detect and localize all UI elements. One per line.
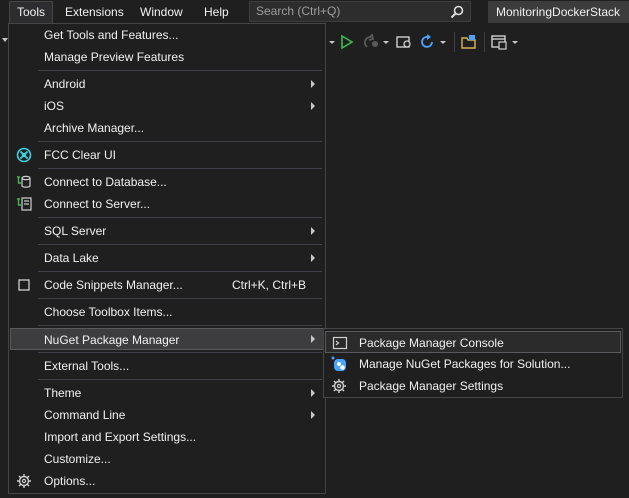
menu-help[interactable]: Help	[197, 1, 236, 23]
toolbar-divider	[454, 32, 455, 52]
menu-tools[interactable]: Tools	[9, 1, 54, 23]
menu-item-choose-toolbox[interactable]: Choose Toolbox Items...	[10, 301, 324, 323]
server-connect-icon	[17, 197, 32, 211]
menu-separator	[38, 217, 322, 218]
menu-separator	[38, 298, 322, 299]
menu-item-android[interactable]: Android	[10, 73, 324, 95]
toolbar-divider	[484, 32, 485, 52]
nuget-submenu: Package Manager Console Manage NuGet Pac…	[323, 328, 623, 398]
submenu-item-manage-nuget-packages[interactable]: Manage NuGet Packages for Solution...	[325, 353, 621, 375]
console-icon	[332, 336, 348, 350]
submenu-arrow-icon	[311, 227, 315, 235]
submenu-arrow-icon	[311, 80, 315, 88]
chevron-down-icon[interactable]	[383, 32, 389, 52]
menu-item-command-line[interactable]: Command Line	[10, 404, 324, 426]
menu-item-label: Android	[44, 77, 86, 91]
menu-item-data-lake[interactable]: Data Lake	[10, 247, 324, 269]
menu-item-ios[interactable]: iOS	[10, 95, 324, 117]
menu-item-archive-manager[interactable]: Archive Manager...	[10, 117, 324, 139]
refresh-icon[interactable]	[418, 32, 436, 52]
search-icon	[450, 5, 464, 19]
menu-item-label: Import and Export Settings...	[44, 430, 197, 444]
menu-item-label: Connect to Database...	[44, 175, 167, 189]
menu-item-label: iOS	[44, 99, 65, 113]
chevron-down-icon[interactable]	[512, 32, 518, 52]
menu-separator	[38, 141, 322, 142]
menu-item-label: Options...	[44, 474, 96, 488]
menu-item-label: Customize...	[44, 452, 111, 466]
hot-reload-icon[interactable]	[362, 32, 380, 52]
gear-icon	[17, 474, 31, 488]
gear-icon	[332, 379, 346, 393]
submenu-item-package-manager-console[interactable]: Package Manager Console	[325, 331, 621, 353]
submenu-item-label: Package Manager Console	[359, 336, 504, 350]
search-placeholder: Search (Ctrl+Q)	[256, 4, 341, 18]
menu-item-theme[interactable]: Theme	[10, 382, 324, 404]
window-layout-icon[interactable]	[490, 32, 508, 52]
menu-item-external-tools[interactable]: External Tools...	[10, 355, 324, 377]
menu-item-label: Archive Manager...	[44, 121, 145, 135]
menu-item-customize[interactable]: Customize...	[10, 448, 324, 470]
menu-item-code-snippets[interactable]: Code Snippets Manager... Ctrl+K, Ctrl+B	[10, 274, 324, 296]
database-connect-icon	[17, 175, 31, 188]
menu-item-label: Connect to Server...	[44, 197, 151, 211]
submenu-arrow-icon	[311, 389, 315, 397]
snippet-icon	[18, 279, 30, 291]
submenu-arrow-icon	[311, 411, 315, 419]
menu-item-label: Choose Toolbox Items...	[44, 305, 173, 319]
start-icon[interactable]	[340, 32, 354, 52]
chevron-down-icon[interactable]	[440, 32, 446, 52]
nuget-icon	[331, 356, 346, 371]
menu-item-manage-preview[interactable]: Manage Preview Features	[10, 46, 324, 68]
fcc-icon	[16, 147, 32, 163]
menu-item-label: SQL Server	[44, 224, 107, 238]
menu-item-label: External Tools...	[44, 359, 130, 373]
menu-item-label: Code Snippets Manager...	[44, 278, 183, 292]
menu-separator	[38, 352, 322, 353]
menu-item-sql-server[interactable]: SQL Server	[10, 220, 324, 242]
menu-item-label: FCC Clear UI	[44, 148, 117, 162]
menu-separator	[38, 244, 322, 245]
submenu-arrow-icon	[311, 335, 315, 343]
menu-item-label: Manage Preview Features	[44, 50, 185, 64]
menu-bar: Tools Extensions Window Help Search (Ctr…	[0, 0, 629, 24]
menu-separator	[38, 70, 322, 71]
menu-item-label: Data Lake	[44, 251, 99, 265]
menu-separator	[38, 325, 322, 326]
menu-item-label: NuGet Package Manager	[44, 333, 180, 347]
menu-item-import-export[interactable]: Import and Export Settings...	[10, 426, 324, 448]
submenu-item-label: Package Manager Settings	[359, 379, 504, 393]
menu-item-options[interactable]: Options...	[10, 470, 324, 492]
submenu-item-label: Manage NuGet Packages for Solution...	[359, 357, 571, 371]
menu-separator	[38, 168, 322, 169]
submenu-arrow-icon	[311, 254, 315, 262]
menu-item-nuget-package-manager[interactable]: NuGet Package Manager	[10, 328, 324, 350]
browser-link-icon[interactable]	[395, 32, 413, 52]
search-box[interactable]: Search (Ctrl+Q)	[249, 1, 471, 22]
menu-item-label: Theme	[44, 386, 82, 400]
folder-icon[interactable]	[460, 32, 478, 52]
project-title: MonitoringDockerStack	[488, 1, 629, 23]
menu-separator	[38, 379, 322, 380]
menu-item-fcc-clear-ui[interactable]: FCC Clear UI	[10, 144, 324, 166]
menu-separator	[38, 271, 322, 272]
tools-menu: Get Tools and Features... Manage Preview…	[8, 23, 326, 494]
menu-item-get-tools[interactable]: Get Tools and Features...	[10, 24, 324, 46]
submenu-arrow-icon	[311, 102, 315, 110]
menu-extensions[interactable]: Extensions	[58, 1, 131, 23]
chevron-down-icon[interactable]	[329, 32, 335, 52]
submenu-item-package-manager-settings[interactable]: Package Manager Settings	[325, 375, 621, 397]
toolbar	[326, 28, 629, 58]
menu-item-connect-database[interactable]: Connect to Database...	[10, 171, 324, 193]
menu-item-connect-server[interactable]: Connect to Server...	[10, 193, 324, 215]
menu-item-label: Get Tools and Features...	[44, 28, 179, 42]
menu-item-label: Command Line	[44, 408, 126, 422]
menu-item-shortcut: Ctrl+K, Ctrl+B	[232, 278, 307, 292]
menu-window[interactable]: Window	[133, 1, 190, 23]
